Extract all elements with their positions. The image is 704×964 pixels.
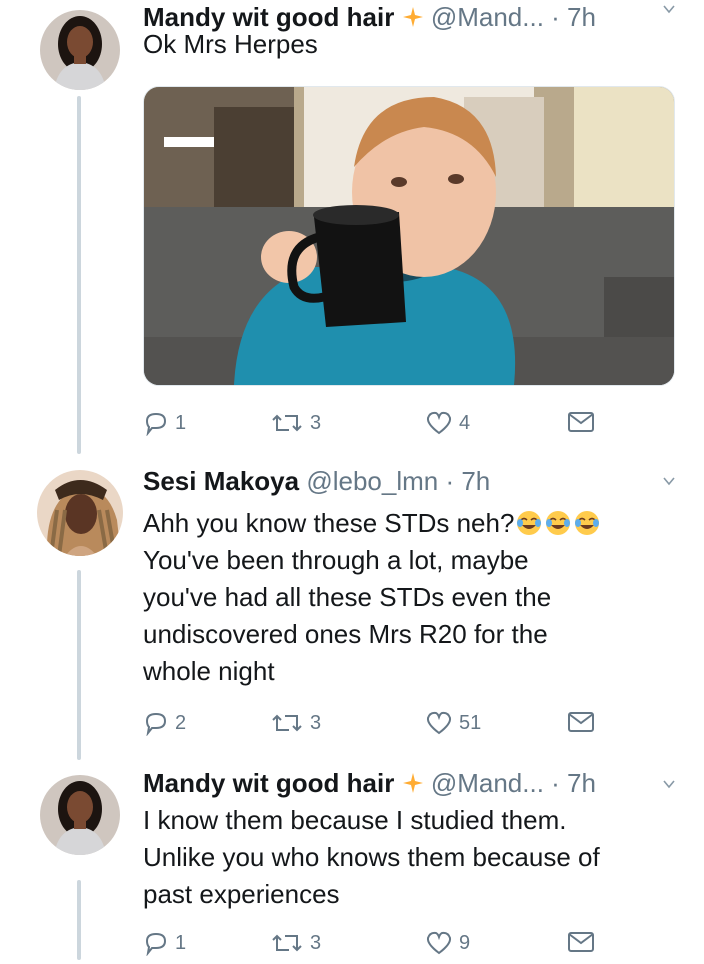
tweet-actions: 2 3 51 <box>143 710 603 744</box>
heart-icon <box>425 930 453 956</box>
tweet-text-line: you've had all these STDs even the <box>143 582 552 612</box>
thread-line <box>77 880 81 960</box>
sparkles-icon <box>402 4 424 35</box>
retweet-button[interactable]: 3 <box>270 930 321 956</box>
timestamp[interactable]: · 7h <box>551 768 596 798</box>
timestamp[interactable]: · 7h <box>551 2 596 32</box>
like-count: 4 <box>459 411 471 434</box>
envelope-icon <box>567 710 595 734</box>
reply-button[interactable]: 1 <box>143 410 186 436</box>
tweet-text: Ok Mrs Herpes <box>143 26 318 63</box>
like-count: 51 <box>459 711 482 734</box>
envelope-icon <box>567 930 595 954</box>
reply-icon <box>143 410 169 436</box>
chevron-down-icon[interactable] <box>662 2 676 16</box>
retweet-icon <box>270 930 304 956</box>
retweet-count: 3 <box>310 411 322 434</box>
handle[interactable]: @Mand... <box>431 2 544 32</box>
tweet-text-line: Unlike you who knows them because of <box>143 842 600 872</box>
sparkles-icon <box>402 770 424 801</box>
retweet-button[interactable]: 3 <box>270 710 321 736</box>
like-button[interactable]: 4 <box>425 410 470 436</box>
reply-icon <box>143 930 169 956</box>
like-button[interactable]: 9 <box>425 930 470 956</box>
handle[interactable]: @lebo_lmn <box>306 466 438 496</box>
tweet-actions: 1 3 9 <box>143 930 603 964</box>
tweet-text-line: Ok Mrs Herpes <box>143 29 318 59</box>
tweet-text-line: Ahh you know these STDs neh? <box>143 505 601 542</box>
chevron-down-icon[interactable] <box>662 777 676 791</box>
reply-button[interactable]: 2 <box>143 710 186 736</box>
timestamp[interactable]: · 7h <box>445 466 490 496</box>
thread-line <box>77 570 81 760</box>
reply-count: 2 <box>175 711 187 734</box>
heart-icon <box>425 410 453 436</box>
reply-count: 1 <box>175 411 187 434</box>
chevron-down-icon[interactable] <box>662 474 676 488</box>
avatar[interactable] <box>40 10 120 90</box>
heart-icon <box>425 710 453 736</box>
tweet-header: Mandy wit good hair @Mand... · 7h <box>143 768 596 801</box>
like-button[interactable]: 51 <box>425 710 481 736</box>
thread-line <box>77 96 81 454</box>
tweet-text: Ahh you know these STDs neh? You've been… <box>143 505 601 690</box>
face-with-tears-of-joy-icon <box>515 509 543 537</box>
tweet-header: Sesi Makoya @lebo_lmn · 7h <box>143 466 490 497</box>
tweet-text-line: undiscovered ones Mrs R20 for the <box>143 619 548 649</box>
retweet-count: 3 <box>310 931 322 954</box>
tweet-text-line: I know them because I studied them. <box>143 805 567 835</box>
tweet-actions: 1 3 4 <box>143 410 603 444</box>
envelope-icon <box>567 410 595 434</box>
display-name[interactable]: Sesi Makoya <box>143 466 299 496</box>
retweet-button[interactable]: 3 <box>270 410 321 436</box>
handle[interactable]: @Mand... <box>431 768 544 798</box>
tweet-text-line: whole night <box>143 656 275 686</box>
reply-icon <box>143 710 169 736</box>
tweet-text: I know them because I studied them. Unli… <box>143 802 600 913</box>
tweet-image[interactable] <box>143 86 675 386</box>
avatar[interactable] <box>37 470 123 556</box>
retweet-icon <box>270 410 304 436</box>
retweet-icon <box>270 710 304 736</box>
dm-button[interactable] <box>567 930 595 954</box>
face-with-tears-of-joy-icon <box>544 509 572 537</box>
dm-button[interactable] <box>567 410 595 434</box>
like-count: 9 <box>459 931 471 954</box>
display-name[interactable]: Mandy wit good hair <box>143 768 394 798</box>
reply-count: 1 <box>175 931 187 954</box>
tweet-text-line: past experiences <box>143 879 340 909</box>
avatar[interactable] <box>40 775 120 855</box>
face-with-tears-of-joy-icon <box>573 509 601 537</box>
dm-button[interactable] <box>567 710 595 734</box>
retweet-count: 3 <box>310 711 322 734</box>
reply-button[interactable]: 1 <box>143 930 186 956</box>
tweet-text-line: You've been through a lot, maybe <box>143 545 529 575</box>
